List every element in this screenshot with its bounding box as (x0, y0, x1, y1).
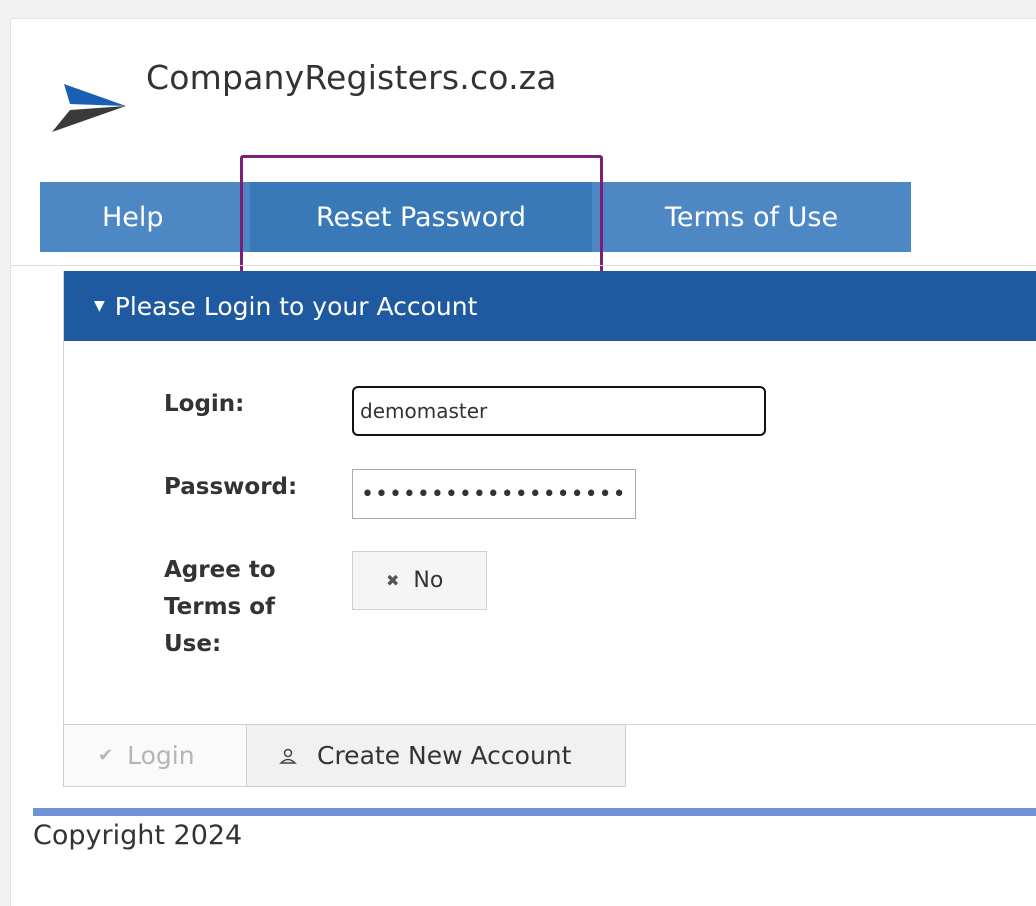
paper-plane-icon (52, 84, 126, 132)
nav-item-terms-of-use[interactable]: Terms of Use (592, 182, 911, 252)
login-button-label: Login (127, 741, 195, 770)
password-label: Password: (164, 474, 298, 500)
agree-terms-label: Agree to Terms of Use: (164, 552, 276, 663)
button-bar: ✔ Login Create New Account (63, 724, 626, 787)
x-icon: ✖ (386, 571, 400, 590)
divider (10, 265, 1036, 266)
password-input[interactable] (352, 469, 636, 519)
main-nav: Help Reset Password Terms of Use (40, 182, 911, 252)
agree-terms-toggle-label: No (413, 568, 444, 593)
agree-terms-label-line: Terms of (164, 594, 276, 620)
panel-title: Please Login to your Account (114, 291, 478, 321)
nav-item-reset-password[interactable]: Reset Password (250, 182, 592, 252)
login-input[interactable] (352, 386, 766, 436)
login-label: Login: (164, 391, 245, 417)
agree-terms-label-line: Agree to (164, 557, 276, 583)
caret-down-icon: ▼ (94, 298, 105, 314)
agree-terms-label-line: Use: (164, 631, 222, 657)
footer-divider (33, 808, 1036, 816)
checkmark-icon: ✔ (98, 745, 114, 766)
user-icon (279, 748, 297, 764)
nav-item-help[interactable]: Help (40, 182, 250, 252)
agree-terms-toggle[interactable]: ✖ No (352, 551, 487, 610)
login-panel: ▼ Please Login to your Account Login: Pa… (63, 271, 1036, 725)
app-title: CompanyRegisters.co.za (146, 58, 557, 97)
create-account-button[interactable]: Create New Account (247, 724, 626, 787)
panel-header[interactable]: ▼ Please Login to your Account (64, 271, 1036, 341)
copyright-text: Copyright 2024 (33, 820, 243, 851)
login-button[interactable]: ✔ Login (63, 724, 247, 787)
create-account-button-label: Create New Account (317, 741, 572, 770)
